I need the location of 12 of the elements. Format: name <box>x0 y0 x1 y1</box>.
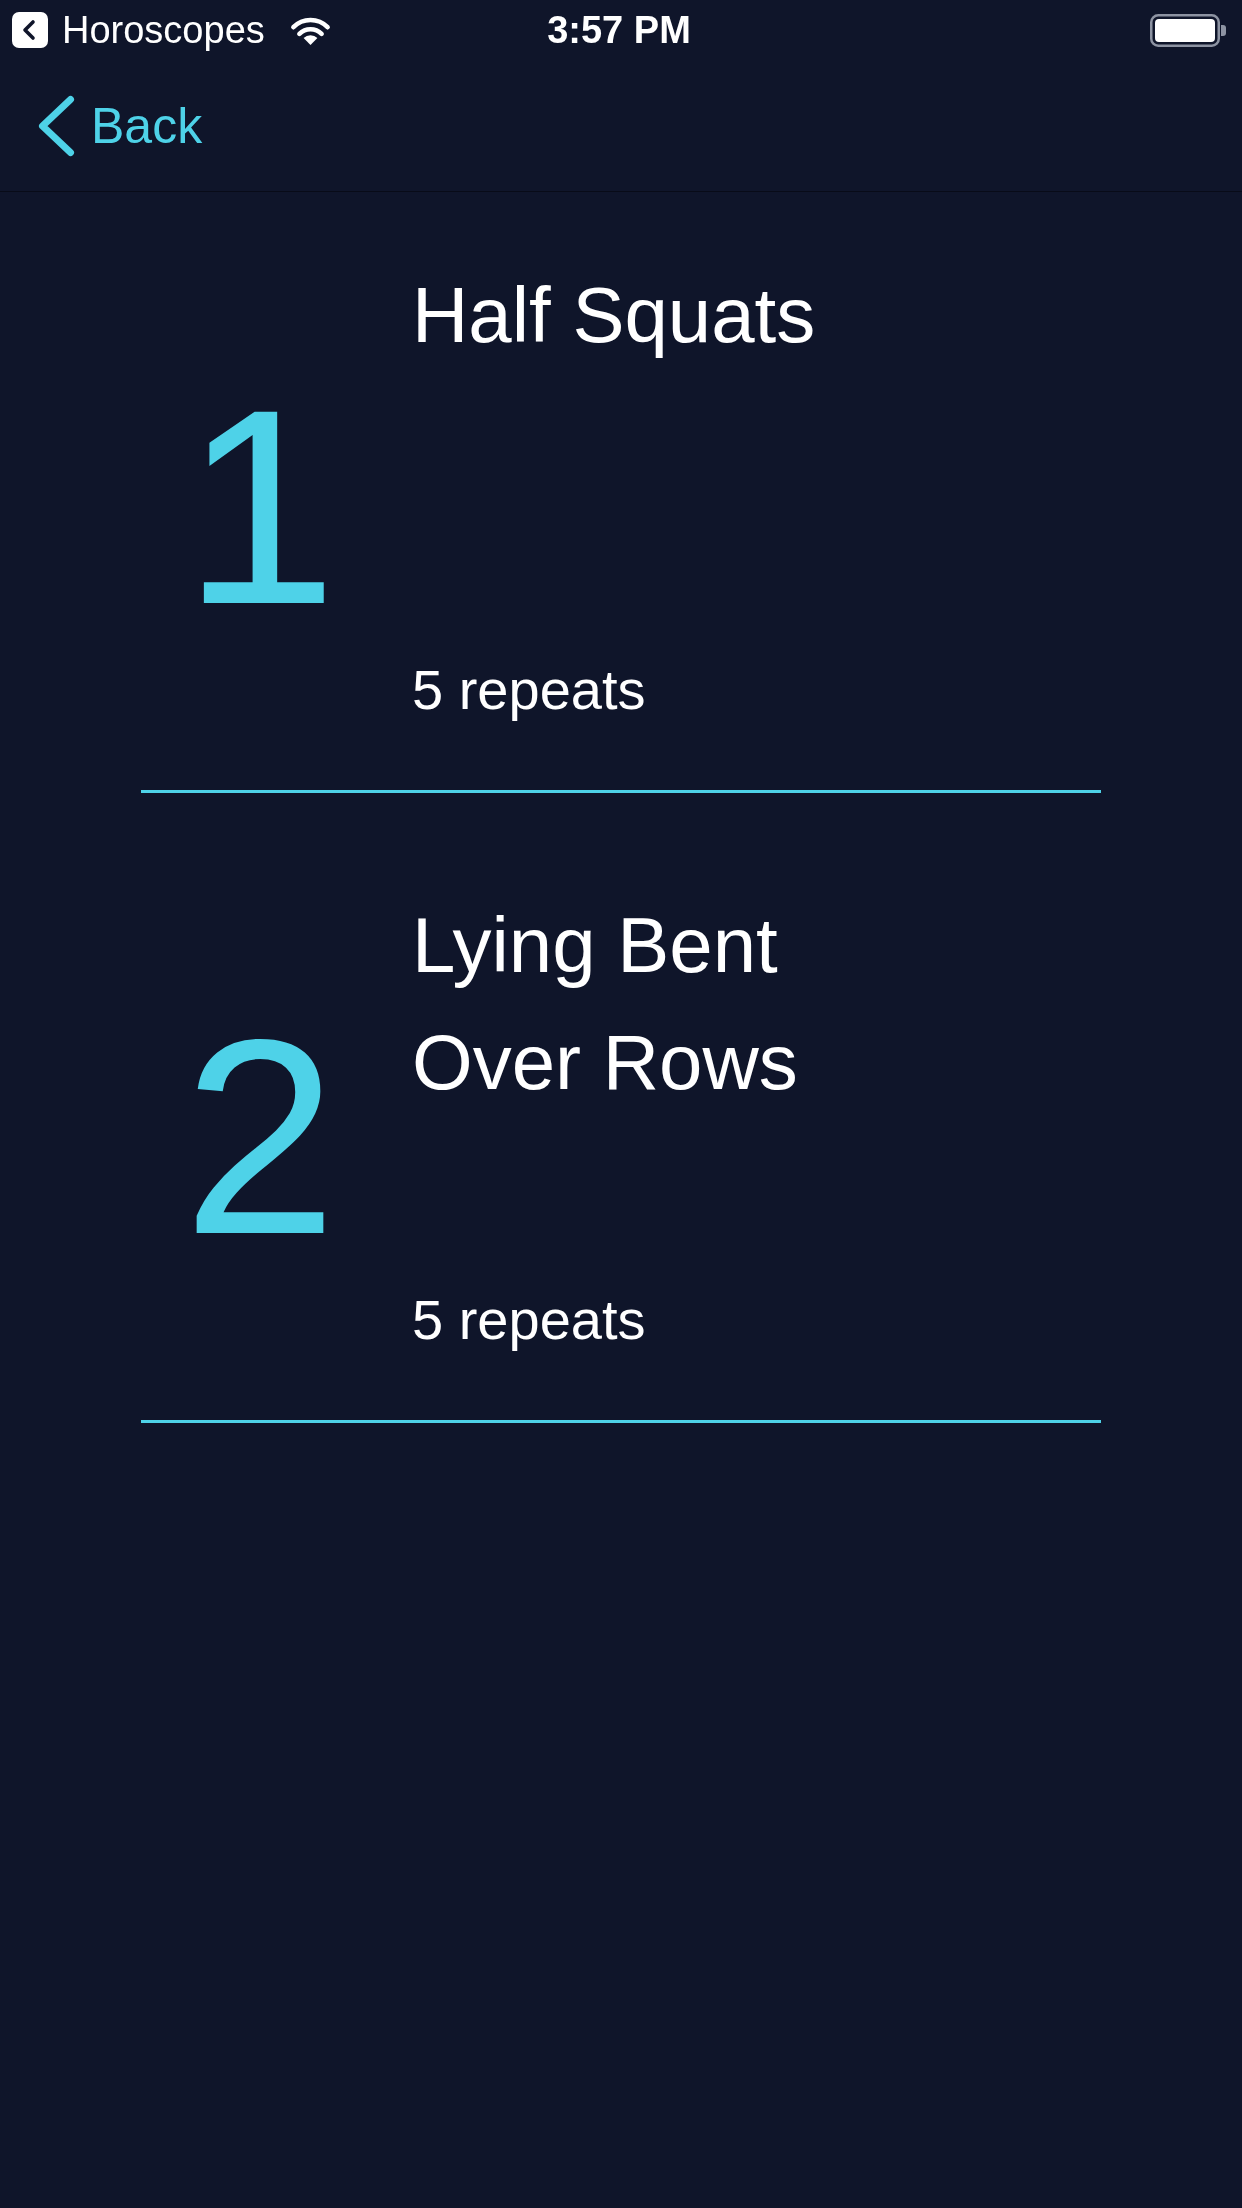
repeat-count: 5 repeats <box>412 657 647 723</box>
back-button[interactable]: Back <box>38 94 203 157</box>
repeat-count: 5 repeats <box>412 1287 647 1353</box>
exercise-title: Lying Bent Over Rows <box>412 900 799 1108</box>
status-time: 3:57 PM <box>547 8 691 52</box>
back-icon <box>12 12 48 48</box>
back-to-app-button[interactable]: Horoscopes <box>12 8 265 52</box>
exercise-title: Half Squats <box>412 270 816 361</box>
exercise-number: 2 <box>181 998 339 1276</box>
battery-icon <box>1150 13 1226 47</box>
chevron-icon <box>38 94 75 157</box>
exercise-number: 1 <box>181 368 339 646</box>
